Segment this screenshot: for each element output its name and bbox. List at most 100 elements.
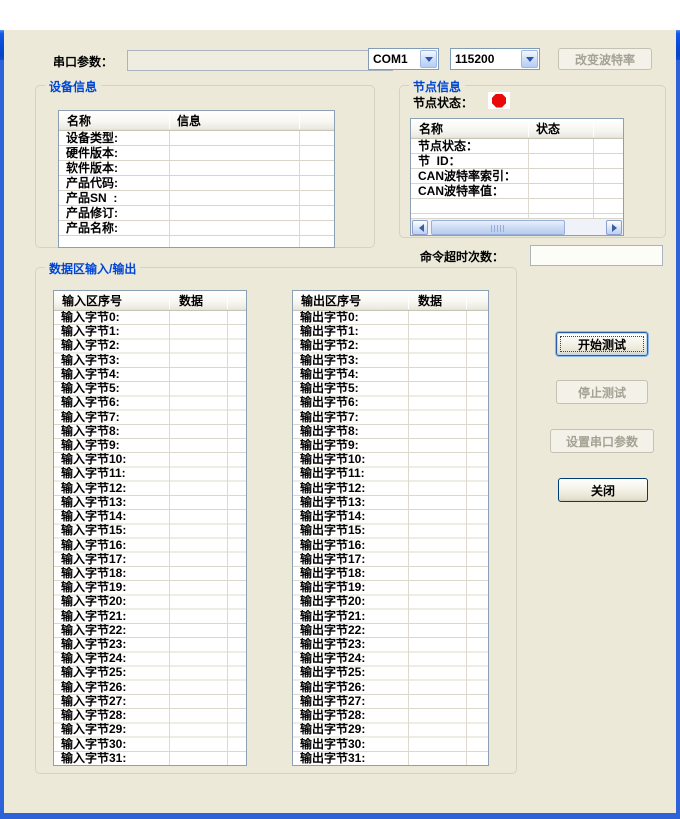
table-row[interactable]: 输出字节21: xyxy=(293,610,488,624)
table-row[interactable]: 输入字节20: xyxy=(54,595,246,609)
start-test-button[interactable]: 开始测试 xyxy=(556,332,648,356)
table-row[interactable]: 输入字节16: xyxy=(54,539,246,553)
table-row[interactable]: 输出字节10: xyxy=(293,453,488,467)
table-row[interactable]: 产品修订: xyxy=(59,206,334,221)
device-info-table-header[interactable]: 名称 信息 xyxy=(59,111,334,131)
table-row[interactable]: 输出字节22: xyxy=(293,624,488,638)
column-header-output-index[interactable]: 输出区序号 xyxy=(301,293,361,309)
table-row[interactable]: 输入字节12: xyxy=(54,482,246,496)
table-row[interactable]: 输出字节14: xyxy=(293,510,488,524)
table-row[interactable]: 输入字节3: xyxy=(54,354,246,368)
table-row[interactable]: 输出字节7: xyxy=(293,411,488,425)
horizontal-scrollbar[interactable] xyxy=(411,218,623,235)
table-row[interactable]: 输出字节6: xyxy=(293,396,488,410)
table-row[interactable]: 输出字节23: xyxy=(293,638,488,652)
table-row[interactable]: 输出字节25: xyxy=(293,666,488,680)
table-row[interactable]: 输出字节26: xyxy=(293,681,488,695)
table-row[interactable]: 硬件版本: xyxy=(59,146,334,161)
scroll-right-button[interactable] xyxy=(606,220,622,235)
table-row[interactable]: 产品SN : xyxy=(59,191,334,206)
node-status-label: 节点状态： xyxy=(413,94,473,111)
table-row[interactable]: 输入字节25: xyxy=(54,666,246,680)
column-separator xyxy=(169,293,170,309)
table-row[interactable]: 输出字节0: xyxy=(293,311,488,325)
table-row[interactable]: 输入字节15: xyxy=(54,524,246,538)
table-row[interactable]: 输入字节27: xyxy=(54,695,246,709)
table-row[interactable]: 输入字节26: xyxy=(54,681,246,695)
table-row[interactable]: 输入字节18: xyxy=(54,567,246,581)
table-row[interactable]: 软件版本: xyxy=(59,161,334,176)
input-table-header[interactable]: 输入区序号 数据 xyxy=(54,291,246,311)
table-row[interactable]: 输入字节24: xyxy=(54,652,246,666)
com-port-select[interactable]: COM1 xyxy=(368,48,439,70)
column-header-name[interactable]: 名称 xyxy=(419,121,443,137)
table-row[interactable]: 输入字节31: xyxy=(54,752,246,766)
chevron-down-icon[interactable] xyxy=(420,50,437,68)
table-row[interactable]: 输入字节19: xyxy=(54,581,246,595)
table-row[interactable]: 输出字节29: xyxy=(293,723,488,737)
table-row[interactable]: 输入字节17: xyxy=(54,553,246,567)
table-row[interactable]: 输入字节28: xyxy=(54,709,246,723)
command-timeout-input[interactable] xyxy=(530,245,663,266)
table-row[interactable]: 输出字节5: xyxy=(293,382,488,396)
column-header-input-index[interactable]: 输入区序号 xyxy=(62,293,122,309)
table-row[interactable]: 输入字节4: xyxy=(54,368,246,382)
table-row[interactable]: 输出字节8: xyxy=(293,425,488,439)
table-row[interactable]: 输出字节24: xyxy=(293,652,488,666)
output-table-header[interactable]: 输出区序号 数据 xyxy=(293,291,488,311)
node-info-table-header[interactable]: 名称 状态 xyxy=(411,119,623,139)
table-row[interactable]: 输出字节20: xyxy=(293,595,488,609)
column-header-name[interactable]: 名称 xyxy=(67,113,91,129)
table-row[interactable]: CAN波特率索引： xyxy=(411,169,623,184)
table-row[interactable]: 设备类型: xyxy=(59,131,334,146)
table-row[interactable]: 输出字节30: xyxy=(293,738,488,752)
table-row[interactable]: 输入字节23: xyxy=(54,638,246,652)
table-row[interactable]: 输出字节17: xyxy=(293,553,488,567)
table-row[interactable]: 输出字节13: xyxy=(293,496,488,510)
close-button[interactable]: 关闭 xyxy=(558,478,648,502)
table-row[interactable]: 输入字节2: xyxy=(54,339,246,353)
scroll-left-button[interactable] xyxy=(412,220,428,235)
table-row[interactable]: 输入字节13: xyxy=(54,496,246,510)
table-row[interactable]: 输出字节31: xyxy=(293,752,488,766)
table-row[interactable]: 输出字节27: xyxy=(293,695,488,709)
table-row[interactable]: 输出字节19: xyxy=(293,581,488,595)
chevron-down-icon[interactable] xyxy=(521,50,538,68)
table-row[interactable]: 输入字节8: xyxy=(54,425,246,439)
column-header-info[interactable]: 信息 xyxy=(177,113,201,129)
table-row[interactable]: 输出字节28: xyxy=(293,709,488,723)
table-row[interactable]: 输入字节6: xyxy=(54,396,246,410)
table-row[interactable]: 输出字节11: xyxy=(293,467,488,481)
table-row[interactable]: 输入字节5: xyxy=(54,382,246,396)
table-row[interactable]: 输出字节2: xyxy=(293,339,488,353)
table-row[interactable]: 输出字节18: xyxy=(293,567,488,581)
table-row[interactable]: 节点状态： xyxy=(411,139,623,154)
baud-rate-select[interactable]: 115200 xyxy=(450,48,540,70)
table-row[interactable]: 输出字节9: xyxy=(293,439,488,453)
table-row[interactable]: 输出字节15: xyxy=(293,524,488,538)
table-row[interactable]: 输入字节1: xyxy=(54,325,246,339)
table-row[interactable]: 输入字节22: xyxy=(54,624,246,638)
scrollbar-thumb[interactable] xyxy=(431,220,565,235)
table-row[interactable]: 节 ID： xyxy=(411,154,623,169)
table-row[interactable]: 输出字节3: xyxy=(293,354,488,368)
table-row[interactable]: 输出字节1: xyxy=(293,325,488,339)
table-row[interactable]: 产品代码: xyxy=(59,176,334,191)
table-row[interactable]: 输出字节16: xyxy=(293,539,488,553)
table-row[interactable]: 输出字节12: xyxy=(293,482,488,496)
table-row[interactable]: 产品名称: xyxy=(59,221,334,236)
table-row[interactable]: 输入字节14: xyxy=(54,510,246,524)
table-row[interactable]: 输入字节21: xyxy=(54,610,246,624)
table-row[interactable]: 输入字节0: xyxy=(54,311,246,325)
table-row[interactable]: 输入字节7: xyxy=(54,411,246,425)
table-row[interactable]: 输入字节29: xyxy=(54,723,246,737)
table-row[interactable]: 输入字节11: xyxy=(54,467,246,481)
column-header-data[interactable]: 数据 xyxy=(418,293,442,309)
table-row[interactable]: 输出字节4: xyxy=(293,368,488,382)
column-header-status[interactable]: 状态 xyxy=(536,121,560,137)
table-row[interactable]: 输入字节30: xyxy=(54,738,246,752)
table-row[interactable]: 输入字节9: xyxy=(54,439,246,453)
column-header-data[interactable]: 数据 xyxy=(179,293,203,309)
table-row[interactable]: 输入字节10: xyxy=(54,453,246,467)
table-row[interactable]: CAN波特率值： xyxy=(411,184,623,199)
